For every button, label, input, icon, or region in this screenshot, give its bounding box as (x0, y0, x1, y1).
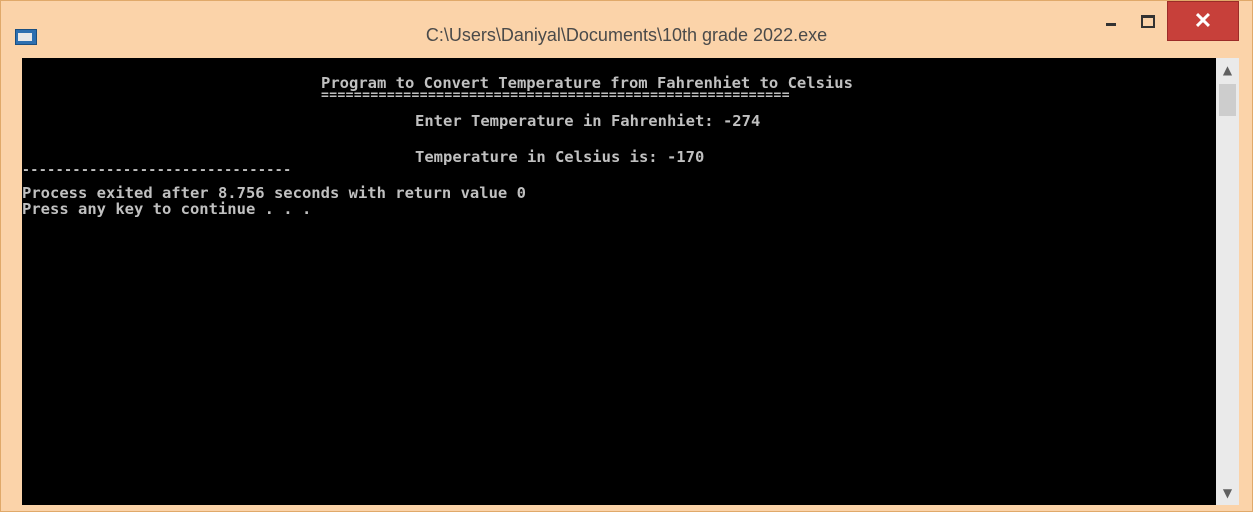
scroll-down-icon[interactable]: ▼ (1216, 483, 1239, 503)
console-continue-message: Press any key to continue . . . (22, 200, 312, 218)
title-bar[interactable]: C:\Users\Daniyal\Documents\10th grade 20… (1, 1, 1252, 57)
maximize-button[interactable] (1129, 1, 1167, 41)
minimize-icon (1106, 22, 1116, 26)
console-exit-message: Process exited after 8.756 seconds with … (22, 184, 526, 202)
console-separator: -------------------------------- (22, 163, 292, 178)
minimize-button[interactable] (1093, 1, 1129, 41)
close-button[interactable]: ✕ (1167, 1, 1239, 41)
console-prompt: Enter Temperature in Fahrenhiet: -274 (415, 112, 761, 130)
console-output[interactable]: Program to Convert Temperature from Fahr… (22, 58, 1216, 505)
console-window: C:\Users\Daniyal\Documents\10th grade 20… (0, 0, 1253, 512)
scroll-up-icon[interactable]: ▲ (1216, 60, 1239, 80)
close-icon: ✕ (1193, 8, 1213, 33)
console-result: Temperature in Celsius is: -170 (415, 148, 705, 166)
console-rule: ========================================… (321, 88, 790, 103)
vertical-scrollbar[interactable]: ▲ ▼ (1216, 58, 1239, 505)
maximize-icon (1141, 14, 1155, 28)
scroll-thumb[interactable] (1219, 84, 1236, 116)
window-title: C:\Users\Daniyal\Documents\10th grade 20… (425, 25, 828, 45)
